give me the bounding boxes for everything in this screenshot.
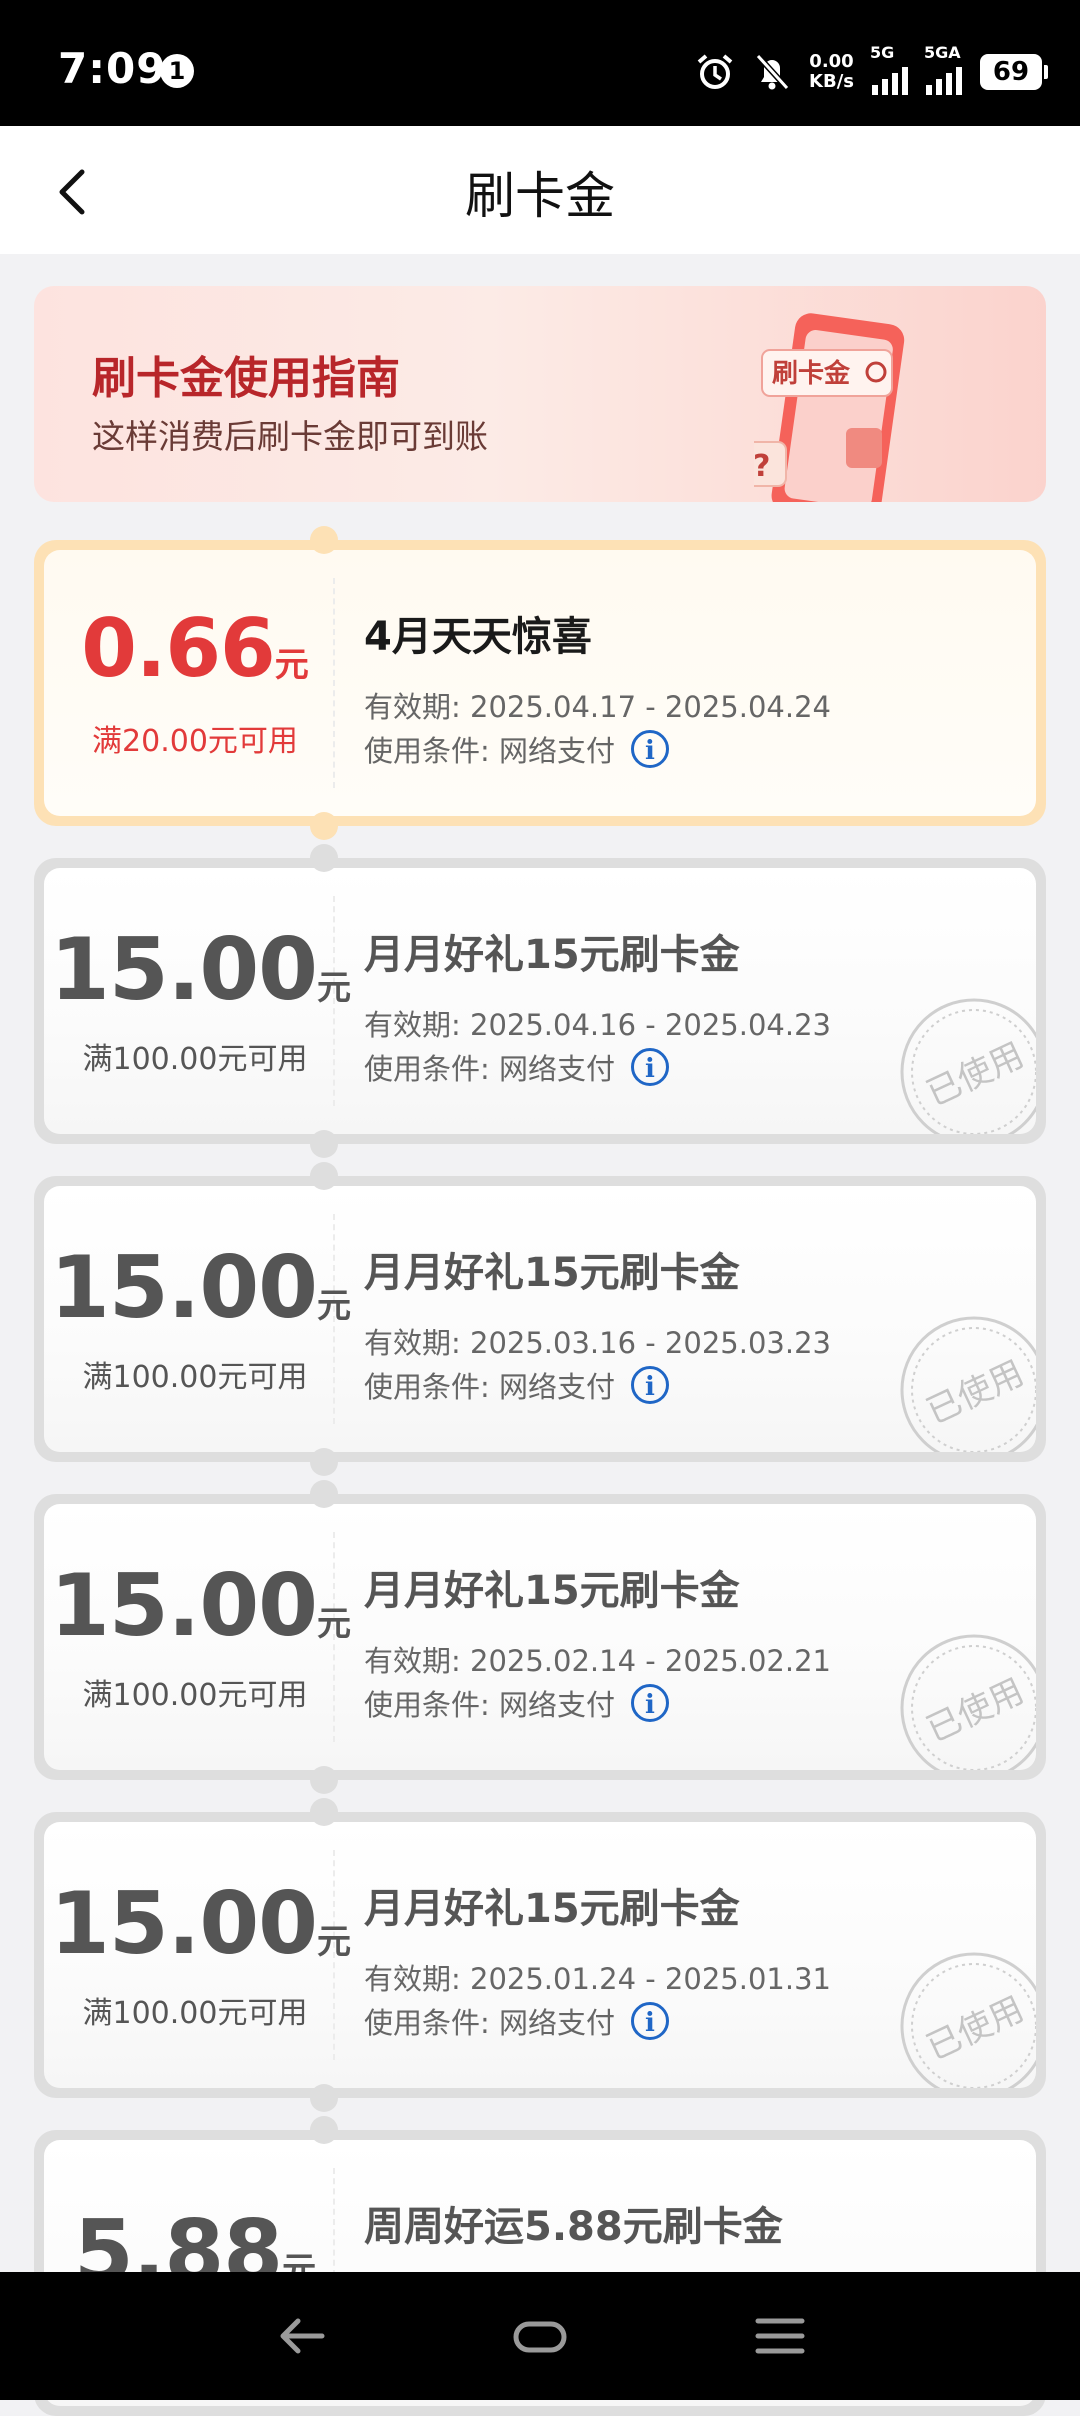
notification-badge: 1 [160,54,194,88]
system-back-button[interactable] [272,2306,332,2366]
usage-condition: 使用条件: 网络支付 i [364,1682,669,1724]
min-spend-condition: 满100.00元可用 [82,1678,308,1713]
phone-search-label: 刷卡金 [772,358,851,389]
amount-unit: 元 [317,1604,352,1644]
min-spend-condition: 满100.00元可用 [82,1042,308,1077]
sim1-label: 5G [870,43,895,62]
amount-unit: 元 [274,645,309,685]
battery-indicator: 69 [980,54,1048,90]
alarm-icon [695,52,735,92]
info-icon[interactable]: i [631,2002,669,2040]
coupon-title: 月月好礼15元刷卡金 [364,932,740,978]
guide-banner[interactable]: 刷卡金使用指南 这样消费后刷卡金即可到账 刷卡金 ? [34,286,1046,502]
used-stamp-icon: 已使用 [900,1634,1036,1770]
coupon-title: 月月好礼15元刷卡金 [364,1250,740,1296]
net-speed-value: 0.00 [809,51,854,72]
info-icon[interactable]: i [631,730,669,768]
coupon-title: 月月好礼15元刷卡金 [364,1886,740,1932]
validity-period: 有效期: 2025.01.24 - 2025.01.31 [364,1962,831,1996]
used-stamp-icon: 已使用 [900,1952,1036,2088]
usage-condition: 使用条件: 网络支付 i [364,1046,669,1088]
info-icon[interactable]: i [631,1366,669,1404]
coupon-card[interactable]: 15.00元 满100.00元可用 月月好礼15元刷卡金 有效期: 2025.0… [34,1162,1046,1476]
validity-period: 有效期: 2025.02.14 - 2025.02.21 [364,1644,831,1678]
amount-value: 0.66 [81,602,275,695]
signal-sim1-icon: 5G [870,43,908,95]
banner-title: 刷卡金使用指南 [92,353,400,404]
amount-value: 15.00 [50,1874,318,1974]
net-speed-unit: KB/s [809,71,854,92]
usage-condition: 使用条件: 网络支付 i [364,1364,669,1406]
coupon-title: 月月好礼15元刷卡金 [364,1568,740,1614]
coupon-amount: 0.66元 [50,602,340,695]
top-nav-bar: 刷卡金 [0,126,1080,254]
amount-value: 15.00 [50,1556,318,1656]
usage-text: 使用条件: 网络支付 [364,1370,615,1404]
signal-sim2-icon: 5GA [924,43,962,95]
system-menu-button[interactable] [750,2306,810,2366]
info-icon[interactable]: i [631,1048,669,1086]
arrow-left-icon [280,2318,325,2354]
amount-unit: 元 [317,1286,352,1326]
usage-text: 使用条件: 网络支付 [364,1052,615,1086]
usage-condition: 使用条件: 网络支付 i [364,728,669,770]
banner-subtitle: 这样消费后刷卡金即可到账 [92,417,488,456]
system-nav-bar [0,2272,1080,2400]
svg-text:?: ? [754,449,770,484]
coupon-amount: 15.00元 [50,920,351,1020]
stamp-label: 已使用 [921,1353,1030,1432]
status-bar: 7:09 1 0.00 KB/s 5G 5GA 69 [0,0,1080,126]
coupon-card[interactable]: 0.66元 满20.00元可用 4月天天惊喜 有效期: 2025.04.17 -… [34,526,1046,840]
menu-icon [755,2318,805,2354]
coupon-card[interactable]: 15.00元 满100.00元可用 月月好礼15元刷卡金 有效期: 2025.0… [34,1798,1046,2112]
network-speed: 0.00 KB/s [809,52,854,92]
status-icons: 0.00 KB/s 5G 5GA 69 [695,43,1048,96]
amount-value: 15.00 [50,920,318,1020]
status-time: 7:09 [58,44,167,93]
min-spend-condition: 满100.00元可用 [82,1996,308,2031]
stamp-label: 已使用 [921,1671,1030,1750]
sim2-label: 5GA [924,43,961,62]
amount-value: 15.00 [50,1238,318,1338]
usage-text: 使用条件: 网络支付 [364,734,615,768]
used-stamp-icon: 已使用 [900,998,1036,1134]
info-icon[interactable]: i [631,1684,669,1722]
min-spend-condition: 满100.00元可用 [82,1360,308,1395]
phone-illustration-icon: 刷卡金 ? [754,313,905,502]
validity-period: 有效期: 2025.03.16 - 2025.03.23 [364,1326,831,1360]
validity-period: 有效期: 2025.04.16 - 2025.04.23 [364,1008,831,1042]
usage-text: 使用条件: 网络支付 [364,2006,615,2040]
coupon-card[interactable]: 15.00元 满100.00元可用 月月好礼15元刷卡金 有效期: 2025.0… [34,1480,1046,1794]
validity-period: 有效期: 2025.04.17 - 2025.04.24 [364,690,831,724]
coupon-amount: 15.00元 [50,1556,351,1656]
page-title: 刷卡金 [465,167,615,225]
coupon-title: 4月天天惊喜 [364,614,592,660]
min-spend-condition: 满20.00元可用 [92,724,298,759]
system-home-button[interactable] [510,2306,570,2366]
coupon-amount: 15.00元 [50,1874,351,1974]
used-stamp-icon: 已使用 [900,1316,1036,1452]
mute-bell-icon [753,52,791,92]
usage-text: 使用条件: 网络支付 [364,1688,615,1722]
amount-unit: 元 [317,1922,352,1962]
stamp-label: 已使用 [921,1989,1030,2068]
amount-unit: 元 [317,968,352,1008]
coupon-title: 周周好运5.88元刷卡金 [364,2204,783,2250]
home-pill-icon [513,2321,567,2353]
stamp-label: 已使用 [921,1035,1030,1114]
coupon-card[interactable]: 15.00元 满100.00元可用 月月好礼15元刷卡金 有效期: 2025.0… [34,844,1046,1158]
coupon-amount: 15.00元 [50,1238,351,1338]
usage-condition: 使用条件: 网络支付 i [364,2000,669,2042]
